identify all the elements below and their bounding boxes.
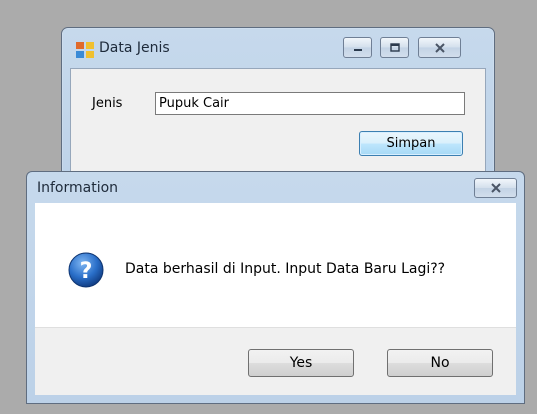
maximize-icon [389,42,400,52]
minimize-button[interactable] [343,37,372,58]
yes-button[interactable]: Yes [248,349,354,377]
dialog-body: ? Data berhasil di Input. Input Data Bar… [35,203,516,327]
jenis-input[interactable] [155,92,465,115]
dialog-close-button[interactable] [474,178,517,198]
dialog-message: Data berhasil di Input. Input Data Baru … [125,261,446,277]
app-form-icon [76,42,94,58]
dialog-title: Information [37,180,119,196]
no-button[interactable]: No [387,349,493,377]
jenis-label: Jenis [92,96,123,111]
question-icon: ? [68,252,104,288]
information-dialog: Information ? Data berhasil di Input. In… [26,171,525,404]
maximize-button[interactable] [380,37,409,58]
close-window-button[interactable] [418,37,461,58]
simpan-button[interactable]: Simpan [359,131,463,156]
close-icon [490,183,501,193]
window-title: Data Jenis [99,40,170,56]
dialog-button-bar: Yes No [35,327,516,395]
minimize-icon [353,48,362,51]
svg-text:?: ? [80,259,93,284]
close-icon [434,42,445,53]
